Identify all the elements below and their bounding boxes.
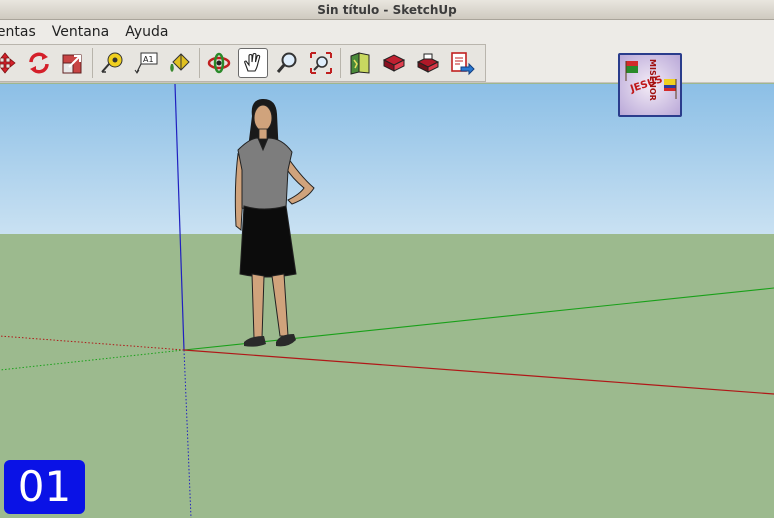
menu-ayuda[interactable]: Ayuda: [125, 24, 168, 40]
rotate-button[interactable]: [24, 48, 54, 78]
svg-text:A1: A1: [143, 55, 154, 64]
logo-image: JESUS MISENOR: [620, 55, 680, 115]
tape-measure-icon: [101, 52, 123, 73]
menu-ventana[interactable]: Ventana: [52, 24, 110, 40]
text-label-icon: A1: [134, 52, 158, 74]
send-to-layout-icon: [451, 52, 475, 76]
scale-icon: [62, 54, 82, 74]
move-button[interactable]: [0, 48, 20, 78]
share-model-button[interactable]: [379, 48, 409, 78]
zoom-extents-button[interactable]: [306, 48, 336, 78]
pan-icon: [244, 52, 261, 72]
scene-number-badge: 01: [4, 460, 85, 514]
tape-measure-button[interactable]: [97, 48, 127, 78]
toolbar-separator: [92, 48, 93, 78]
zoom-icon: [276, 52, 297, 73]
pan-button[interactable]: [238, 48, 268, 78]
window-title: Sin título - SketchUp: [317, 2, 457, 17]
axes: [0, 84, 774, 518]
orbit-icon: [207, 52, 231, 74]
paint-bucket-icon: [170, 53, 190, 72]
menu-bar: ientas Ventana Ayuda: [0, 20, 774, 43]
toolbar-separator: [340, 48, 341, 78]
logo-text-horizontal: JESUS: [628, 74, 664, 95]
title-bar: Sin título - SketchUp: [0, 0, 774, 20]
orbit-button[interactable]: [204, 48, 234, 78]
zoom-extents-icon: [310, 52, 332, 74]
rotate-icon: [29, 52, 49, 74]
share-model-icon: [382, 54, 406, 72]
paint-bucket-button[interactable]: [165, 48, 195, 78]
text-button[interactable]: A1: [131, 48, 161, 78]
share-component-icon: [416, 53, 440, 73]
send-to-layout-button[interactable]: [447, 48, 477, 78]
toolbar-separator: [199, 48, 200, 78]
get-models-button[interactable]: [345, 48, 375, 78]
main-toolbar: A1: [0, 44, 486, 82]
zoom-button[interactable]: [272, 48, 302, 78]
scale-button[interactable]: [58, 48, 88, 78]
get-models-icon: [350, 52, 370, 75]
logo-badge: JESUS MISENOR: [618, 53, 682, 117]
move-icon: [0, 52, 16, 74]
modeling-viewport[interactable]: 01: [0, 84, 774, 518]
scene-number: 01: [17, 462, 72, 511]
menu-herramientas[interactable]: ientas: [0, 24, 36, 40]
logo-text-vertical: MISENOR: [648, 59, 657, 101]
share-component-button[interactable]: [413, 48, 443, 78]
logo-graphic: JESUS MISENOR: [625, 59, 677, 101]
person-figure: [234, 98, 315, 347]
